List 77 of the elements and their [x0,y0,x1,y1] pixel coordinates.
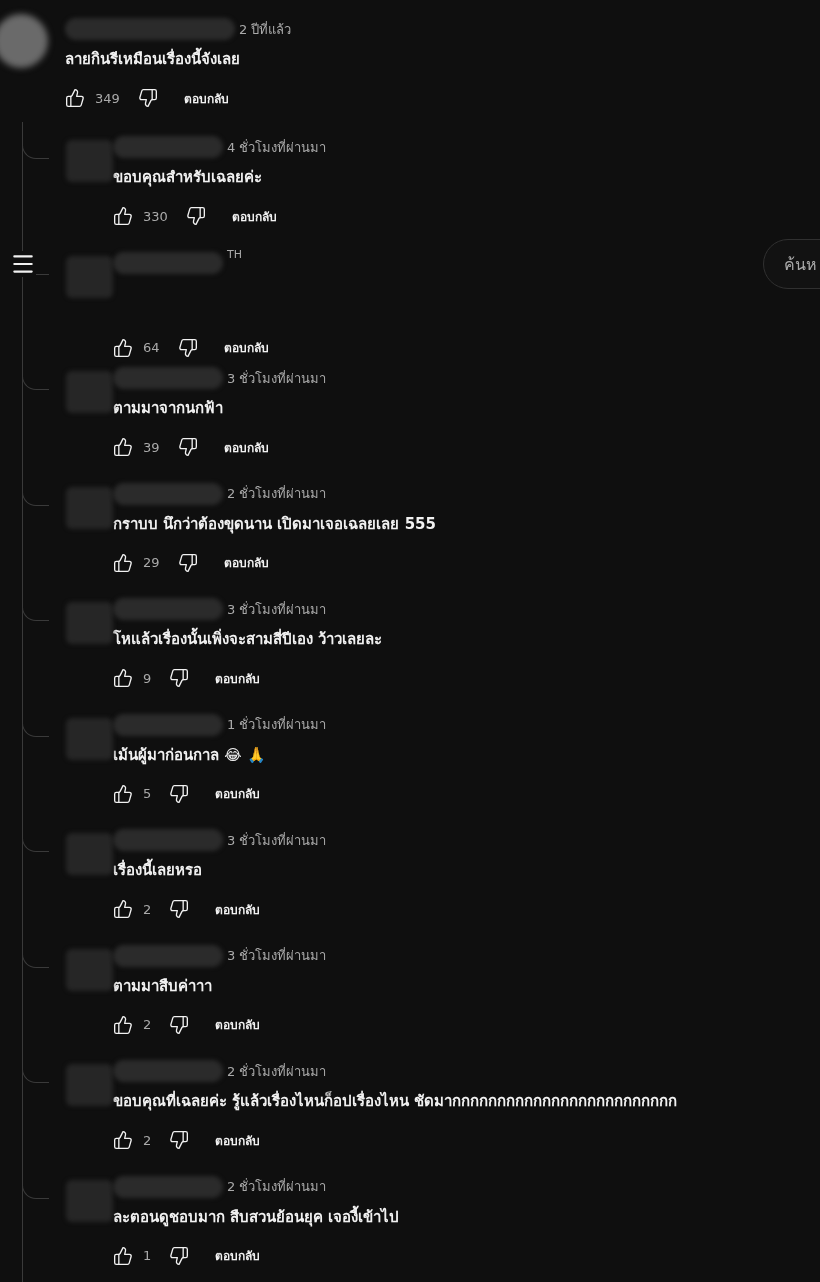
reply-text: โหแล้วเรื่องนั้นเพิ่งจะสามสี่ปีเอง ว้าวเลยละ [113,624,820,654]
reply-text: ตามมาจากนกฟ้า [113,398,224,419]
reply-time: 2 ชั่วโมงที่ผ่านมา [227,1062,327,1081]
like-count: 2 [143,901,152,917]
redacted-avatar [66,602,113,644]
like-button[interactable] [65,88,85,108]
dislike-button[interactable] [137,88,158,108]
dislike-button[interactable] [169,1245,190,1266]
reply-text: เม้นผู้มาก่อนกาล 😂 🙏 [113,744,267,767]
dislike-button[interactable] [169,668,190,688]
search-field[interactable]: ค้นห [763,239,820,289]
like-button[interactable] [113,1245,133,1266]
redacted-avatar [66,833,113,875]
like-count: 330 [143,208,168,224]
dislike-button[interactable] [169,1130,190,1150]
reply-button[interactable]: ตอบกลับ [223,437,269,457]
like-count: 2 [143,1017,152,1032]
reply-button[interactable]: ตอบกลับ [215,1015,261,1034]
reply-time: 3 ชั่วโมงที่ผ่านมา [227,369,327,388]
reply-text: ขอบคุณสำหรับเฉลยค่ะ [113,167,263,189]
like-button[interactable] [113,1130,133,1150]
reply-time: 2 ชั่วโมงที่ผ่านมา [227,1177,327,1196]
reply-button[interactable]: ตอบกลับ [215,1246,261,1265]
like-button[interactable] [113,783,133,804]
dislike-button[interactable] [177,337,198,358]
reply-button[interactable]: ตอบกลับ [215,668,261,688]
reply-text: เรื่องนี้เลยหรอ [113,855,820,885]
like-button[interactable] [113,437,133,457]
reply-button[interactable]: ตอบกลับ [215,784,261,803]
redacted-avatar [66,948,113,991]
reply-button[interactable]: ตอบกลับ [215,899,261,919]
like-button[interactable] [113,668,133,688]
like-count: 29 [143,555,160,570]
reply-button[interactable]: ตอบกลับ [223,338,269,357]
redacted-avatar [0,14,48,68]
like-count: 2 [143,1132,152,1148]
reply-time: 1 ชั่วโมงที่ผ่านมา [227,715,327,734]
reply-time: 4 ชั่วโมงที่ผ่านมา [227,138,327,157]
dislike-button[interactable] [177,437,198,457]
dislike-button[interactable] [169,899,190,919]
like-button[interactable] [113,206,133,226]
reply-text: ขอบคุณที่เฉลยค่ะ รู้แล้วเรื่องไหนก็อปเรื่องไหน ชัดมากกกกกกกกกกกกกกกกกกกกกกกกก [113,1089,679,1113]
like-button[interactable] [113,899,133,919]
dislike-button[interactable] [185,206,206,226]
like-button[interactable] [113,337,133,358]
country-label: TH [227,247,242,261]
dislike-button[interactable] [177,552,198,573]
redacted-avatar [66,717,113,760]
reply-time: 3 ชั่วโมงที่ผ่านมา [227,600,327,619]
like-count: 9 [143,670,152,686]
comment-text: ลายกินรีเหมือนเรื่องนี้จังเลย [65,44,292,74]
like-count: 1 [143,1248,152,1263]
reply-text: ละตอนดูชอบมาก สืบสวนย้อนยุค เจองี้เข้าไป [113,1204,401,1229]
redacted-avatar [66,1064,113,1106]
like-count: 64 [143,340,160,355]
reply-button[interactable]: ตอบกลับ [231,206,277,226]
redacted-avatar [66,486,113,529]
reply-text: ตามมาสืบค่าาา [113,975,213,997]
reply-button[interactable]: ตอบกลับ [223,553,269,572]
reply-button[interactable]: ตอบกลับ [215,1130,261,1150]
like-button[interactable] [113,1014,133,1035]
redacted-avatar [66,140,113,182]
like-count: 5 [143,786,152,801]
reply-button[interactable]: ตอบกลับ [183,88,229,108]
reply-time: 2 ชั่วโมงที่ผ่านมา [227,484,327,503]
redacted-avatar [66,371,113,413]
redacted-avatar [66,1179,113,1222]
comment-time: 2 ปีที่แล้ว [239,20,292,39]
like-button[interactable] [113,552,133,573]
like-count: 349 [95,90,120,106]
reply-time: 3 ชั่วโมงที่ผ่านมา [227,831,327,850]
reply-text: กราบบ นึกว่าต้องขุดนาน เปิดมาเจอเฉลยเลย 555 [113,513,437,536]
reply-time: 3 ชั่วโมงที่ผ่านมา [227,946,327,965]
redacted-avatar [66,255,113,298]
dislike-button[interactable] [169,1014,190,1035]
like-count: 39 [143,439,160,455]
dislike-button[interactable] [169,783,190,804]
